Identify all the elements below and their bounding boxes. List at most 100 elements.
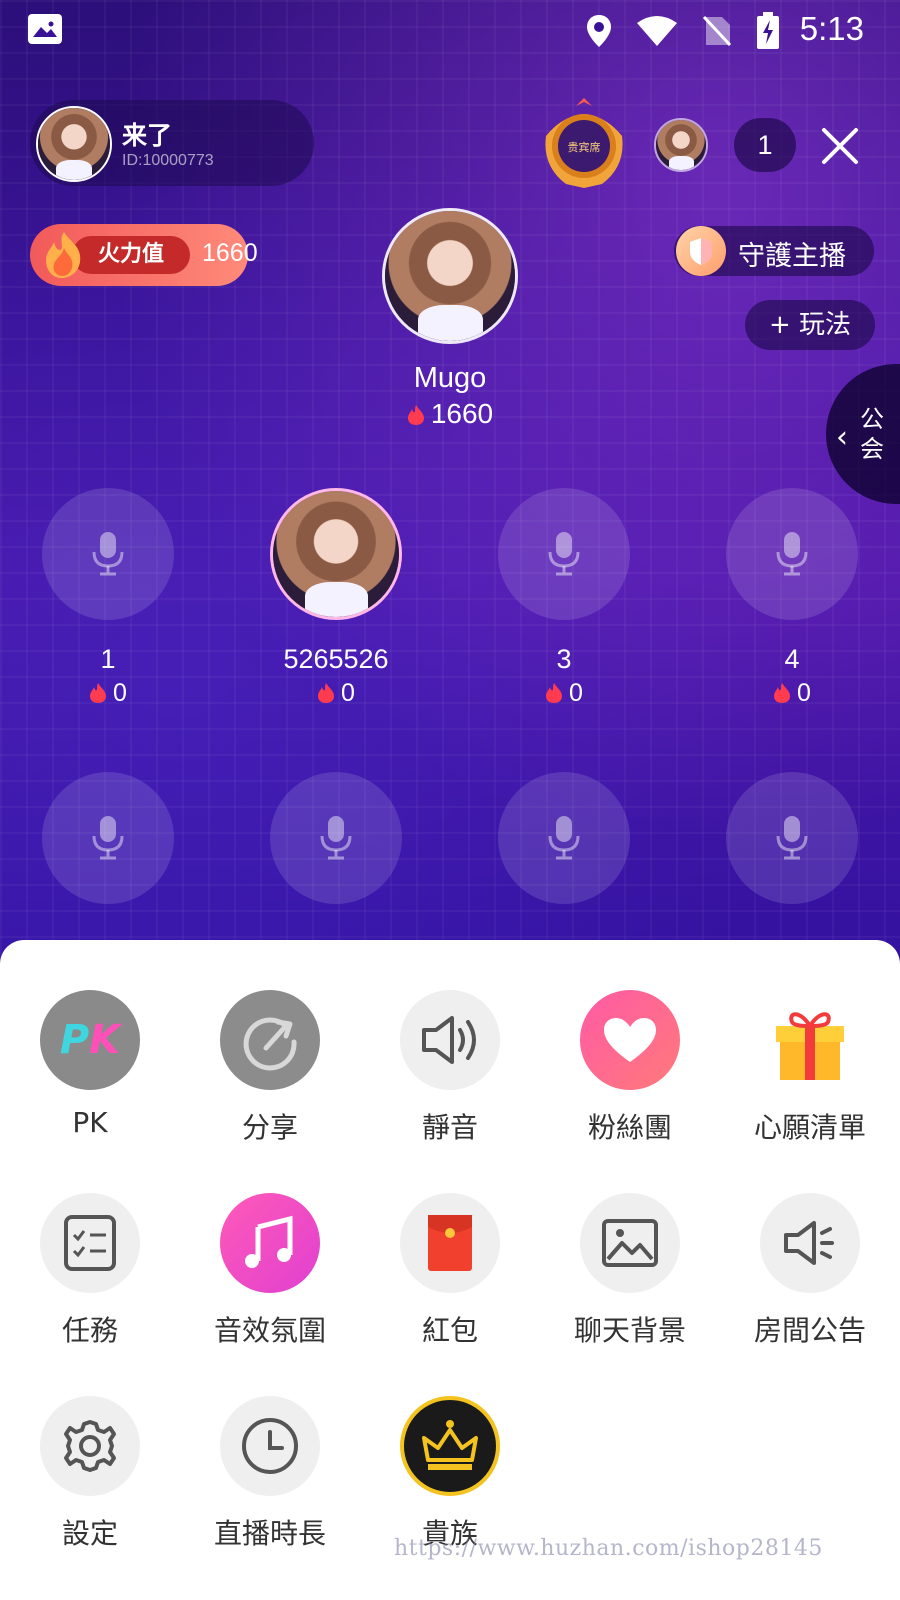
tool-settings[interactable]: 設定 bbox=[10, 1396, 170, 1552]
viewer-count[interactable]: 1 bbox=[734, 118, 796, 172]
microphone-icon bbox=[776, 816, 808, 860]
fire-value-label: 火力值 bbox=[72, 236, 190, 274]
seat-name: 4 bbox=[784, 644, 800, 674]
seat-score-value: 0 bbox=[113, 679, 127, 707]
gear-icon bbox=[40, 1396, 140, 1496]
host-info-pill[interactable]: 来了 ID:10000773 bbox=[30, 100, 314, 186]
seat-score: 0 bbox=[722, 679, 862, 708]
fire-value-number: 1660 bbox=[202, 239, 258, 267]
tool-label: 靜音 bbox=[421, 1111, 478, 1144]
speaker-icon bbox=[400, 990, 500, 1090]
tool-sound-effects[interactable]: 音效氛圍 bbox=[190, 1193, 350, 1349]
mic-seat[interactable]: 1 0 bbox=[38, 488, 178, 708]
clock-icon bbox=[220, 1396, 320, 1496]
main-host-avatar[interactable] bbox=[382, 208, 518, 344]
seat-score-value: 0 bbox=[341, 679, 355, 707]
no-sim-icon bbox=[702, 15, 732, 47]
tool-label: 音效氛圍 bbox=[213, 1314, 326, 1347]
mic-seat[interactable] bbox=[722, 772, 862, 904]
viewer-avatar[interactable] bbox=[654, 118, 708, 172]
chevron-left-icon: ‹ bbox=[836, 420, 848, 455]
guard-host-button[interactable]: 守護主播 bbox=[674, 226, 874, 276]
pk-icon: PK bbox=[40, 990, 140, 1090]
vip-seat-badge[interactable]: 贵宾席 bbox=[536, 96, 632, 192]
microphone-icon bbox=[92, 816, 124, 860]
share-icon bbox=[220, 990, 320, 1090]
fire-icon bbox=[46, 232, 81, 278]
flame-icon bbox=[546, 683, 563, 703]
mic-seat[interactable]: 4 0 bbox=[722, 488, 862, 708]
flame-icon bbox=[774, 683, 791, 703]
tool-label: 粉絲團 bbox=[587, 1111, 672, 1144]
empty-seat-circle[interactable] bbox=[498, 488, 630, 620]
tool-label: 任務 bbox=[61, 1314, 118, 1347]
seat-score: 0 bbox=[38, 679, 178, 708]
flame-icon bbox=[90, 683, 107, 703]
tool-chat-background[interactable]: 聊天背景 bbox=[550, 1193, 710, 1349]
location-icon bbox=[587, 15, 611, 47]
empty-seat-circle[interactable] bbox=[270, 772, 402, 904]
empty-seat-circle[interactable] bbox=[726, 488, 858, 620]
tool-share[interactable]: 分享 bbox=[190, 990, 350, 1146]
main-host-name: Mugo bbox=[413, 362, 487, 394]
tool-mute[interactable]: 靜音 bbox=[370, 990, 530, 1146]
microphone-icon bbox=[320, 816, 352, 860]
empty-seat-circle[interactable] bbox=[498, 772, 630, 904]
tool-wish-list[interactable]: 心願清單 bbox=[730, 990, 890, 1146]
seat-name: 5265526 bbox=[283, 644, 389, 674]
tool-tasks[interactable]: 任務 bbox=[10, 1193, 170, 1349]
gallery-notification-icon bbox=[28, 14, 62, 44]
microphone-icon bbox=[548, 816, 580, 860]
microphone-icon bbox=[776, 532, 808, 576]
tool-room-announcement[interactable]: 房間公告 bbox=[730, 1193, 890, 1349]
tool-label: 房間公告 bbox=[753, 1314, 866, 1347]
host-name: 来了 bbox=[122, 121, 173, 150]
close-icon bbox=[822, 128, 858, 164]
crown-icon bbox=[400, 1396, 500, 1496]
tool-label: 分享 bbox=[241, 1111, 298, 1144]
seat-score: 0 bbox=[266, 679, 406, 708]
microphone-icon bbox=[92, 532, 124, 576]
empty-seat-circle[interactable] bbox=[42, 772, 174, 904]
gameplay-button[interactable]: + 玩法 bbox=[745, 300, 875, 350]
close-button[interactable] bbox=[818, 124, 862, 168]
tool-pk[interactable]: PK PK bbox=[10, 990, 170, 1139]
seat-user-avatar[interactable] bbox=[270, 488, 402, 620]
fire-value-pill[interactable]: 火力值 1660 bbox=[30, 224, 258, 286]
red-envelope-icon bbox=[400, 1193, 500, 1293]
host-id: ID:10000773 bbox=[122, 152, 214, 169]
tool-label: 紅包 bbox=[421, 1314, 478, 1347]
tool-fan-club[interactable]: 粉絲團 bbox=[550, 990, 710, 1146]
tool-live-duration[interactable]: 直播時長 bbox=[190, 1396, 350, 1552]
tool-label: 設定 bbox=[61, 1517, 118, 1550]
battery-charging-icon bbox=[757, 12, 779, 49]
svg-text:PK: PK bbox=[60, 1017, 123, 1063]
flame-icon bbox=[318, 683, 335, 703]
seat-score-value: 0 bbox=[797, 679, 811, 707]
watermark-text: https://www.huzhan.com/ishop28145 bbox=[394, 1536, 823, 1561]
mic-seat[interactable] bbox=[38, 772, 178, 904]
image-icon bbox=[580, 1193, 680, 1293]
main-host-score-value: 1660 bbox=[430, 398, 494, 429]
announcement-icon bbox=[760, 1193, 860, 1293]
status-bar: 5:13 bbox=[0, 0, 900, 62]
music-icon bbox=[220, 1193, 320, 1293]
empty-seat-circle[interactable] bbox=[42, 488, 174, 620]
wifi-icon bbox=[637, 16, 677, 46]
mic-seat[interactable]: 3 0 bbox=[494, 488, 634, 708]
mic-seat[interactable] bbox=[266, 772, 406, 904]
host-avatar[interactable] bbox=[36, 106, 112, 182]
guard-host-label: 守護主播 bbox=[738, 241, 846, 272]
vip-badge-label: 贵宾席 bbox=[568, 140, 601, 154]
tool-label: PK bbox=[72, 1106, 108, 1139]
mic-seat[interactable]: 5265526 0 bbox=[266, 488, 406, 708]
tool-red-envelope[interactable]: 紅包 bbox=[370, 1193, 530, 1349]
microphone-icon bbox=[548, 532, 580, 576]
seat-name: 1 bbox=[100, 644, 116, 674]
tool-nobility[interactable]: 貴族 bbox=[370, 1396, 530, 1552]
gift-icon bbox=[760, 990, 860, 1090]
shield-icon bbox=[676, 226, 726, 276]
empty-seat-circle[interactable] bbox=[726, 772, 858, 904]
mic-seat[interactable] bbox=[494, 772, 634, 904]
clock-time: 5:13 bbox=[799, 10, 864, 47]
